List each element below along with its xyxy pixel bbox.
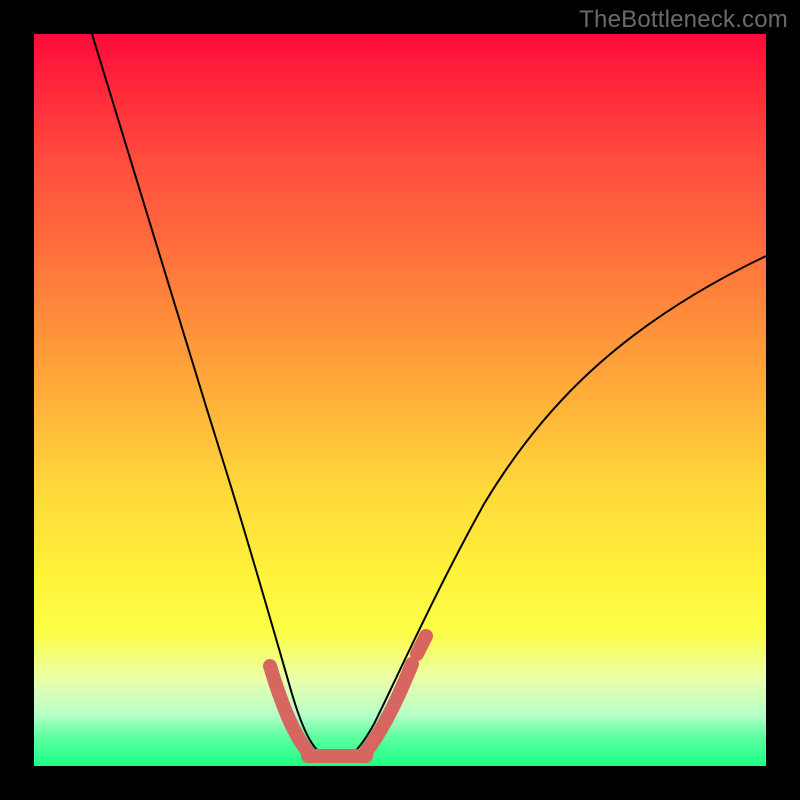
chart-stage: TheBottleneck.com — [0, 0, 800, 800]
curve-main — [92, 34, 766, 760]
marker-left — [270, 666, 308, 752]
chart-svg — [34, 34, 766, 766]
marker-right — [366, 664, 412, 752]
watermark-text: TheBottleneck.com — [579, 6, 788, 34]
marker-right-dot — [417, 636, 426, 654]
plot-area — [34, 34, 766, 766]
